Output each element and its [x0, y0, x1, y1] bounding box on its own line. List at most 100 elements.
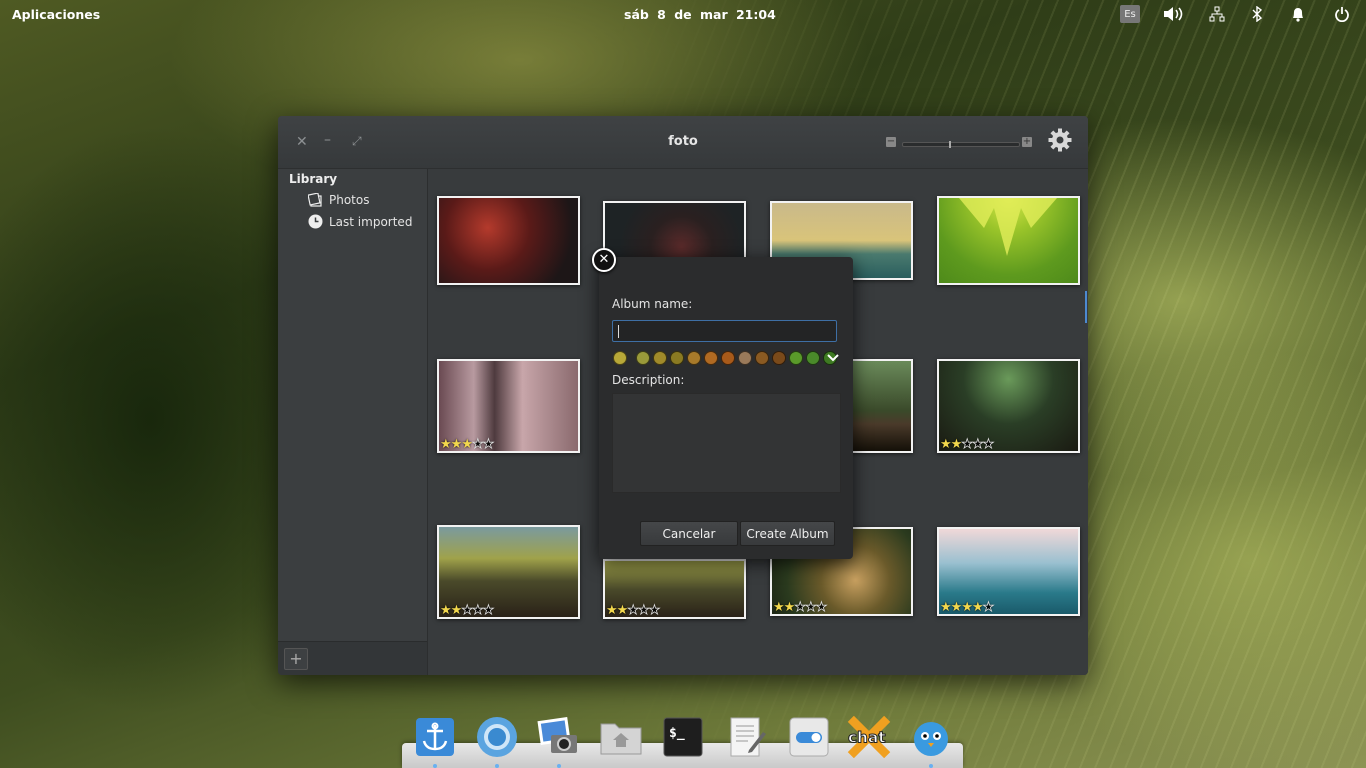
photo-thumbnail[interactable]: ★★★★★ — [603, 559, 746, 619]
color-swatch[interactable] — [636, 351, 650, 365]
color-swatch[interactable] — [670, 351, 684, 365]
chevron-down-icon[interactable] — [827, 352, 839, 366]
star-filled-icon[interactable]: ★ — [784, 600, 796, 614]
dock-twitter-icon[interactable] — [909, 715, 953, 759]
color-swatch[interactable] — [789, 351, 803, 365]
star-filled-icon[interactable]: ★ — [940, 437, 952, 451]
star-filled-icon[interactable]: ★ — [440, 603, 452, 617]
notifications-icon[interactable] — [1290, 5, 1306, 23]
chat-logo-text: chat — [848, 729, 886, 747]
star-empty-icon[interactable]: ★ — [982, 437, 994, 451]
color-swatch[interactable] — [687, 351, 701, 365]
star-filled-icon[interactable]: ★ — [972, 600, 984, 614]
sidebar-item-photos[interactable]: Photos — [308, 193, 369, 207]
clock-icon — [308, 214, 323, 229]
cancel-button[interactable]: Cancelar — [640, 521, 738, 546]
color-swatch[interactable] — [738, 351, 752, 365]
description-field[interactable] — [612, 393, 841, 493]
dock-files-icon[interactable] — [599, 715, 643, 759]
photo-thumbnail[interactable]: ★★★★★ — [437, 525, 580, 619]
photo-thumbnail[interactable]: ★★★★★ — [937, 359, 1080, 453]
dock-running-indicator — [557, 764, 561, 768]
volume-icon[interactable] — [1162, 5, 1184, 23]
rating-stars[interactable]: ★★★★★ — [440, 437, 495, 451]
dock-running-indicator — [495, 764, 499, 768]
description-label: Description: — [612, 373, 685, 387]
star-filled-icon[interactable]: ★ — [440, 437, 452, 451]
star-empty-icon[interactable]: ★ — [805, 600, 817, 614]
star-empty-icon[interactable]: ★ — [972, 437, 984, 451]
photo-thumbnail[interactable]: ★★★★★ — [937, 527, 1080, 616]
star-empty-icon[interactable]: ★ — [472, 437, 484, 451]
star-empty-icon[interactable]: ★ — [815, 600, 827, 614]
star-filled-icon[interactable]: ★ — [451, 437, 463, 451]
zoom-in-button[interactable]: + — [1022, 137, 1032, 147]
dock-editor-icon[interactable] — [725, 715, 769, 759]
sidebar-heading: Library — [289, 172, 338, 186]
color-swatch[interactable] — [772, 351, 786, 365]
rating-stars[interactable]: ★★★★★ — [440, 603, 495, 617]
sidebar-item-label: Last imported — [329, 214, 413, 229]
dock-chat-icon[interactable]: chat — [847, 715, 891, 759]
network-icon[interactable] — [1208, 5, 1226, 23]
star-filled-icon[interactable]: ★ — [606, 603, 618, 617]
color-swatch[interactable] — [653, 351, 667, 365]
photo-thumbnail[interactable]: ★★★★★ — [437, 359, 580, 453]
star-filled-icon[interactable]: ★ — [451, 603, 463, 617]
dock-terminal-icon[interactable]: $_ — [661, 715, 705, 759]
sidebar: Library Photos Last imported + — [278, 169, 428, 675]
rating-stars[interactable]: ★★★★★ — [773, 600, 828, 614]
color-swatch[interactable] — [806, 351, 820, 365]
star-empty-icon[interactable]: ★ — [482, 603, 494, 617]
rating-stars[interactable]: ★★★★★ — [606, 603, 661, 617]
titlebar: ✕ – ⤢ foto − + — [278, 116, 1088, 169]
dock-foto-icon[interactable] — [537, 715, 581, 759]
close-icon[interactable]: ✕ — [592, 248, 616, 272]
star-filled-icon[interactable]: ★ — [961, 600, 973, 614]
add-album-button[interactable]: + — [284, 648, 308, 670]
photo-thumbnail[interactable] — [437, 196, 580, 285]
star-filled-icon[interactable]: ★ — [951, 437, 963, 451]
star-empty-icon[interactable]: ★ — [648, 603, 660, 617]
terminal-prompt: $_ — [669, 726, 685, 741]
create-album-button[interactable]: Create Album — [740, 521, 835, 546]
star-filled-icon[interactable]: ★ — [951, 600, 963, 614]
color-swatches — [613, 351, 837, 365]
color-swatch[interactable] — [613, 351, 627, 365]
sidebar-item-last-imported[interactable]: Last imported — [308, 214, 412, 229]
album-name-input[interactable] — [612, 320, 837, 342]
rating-stars[interactable]: ★★★★★ — [940, 437, 995, 451]
star-empty-icon[interactable]: ★ — [472, 603, 484, 617]
clock[interactable]: sáb 8 de mar 21:04 — [624, 7, 776, 22]
scrollbar[interactable] — [1085, 291, 1087, 323]
star-empty-icon[interactable]: ★ — [961, 437, 973, 451]
color-swatch[interactable] — [755, 351, 769, 365]
zoom-slider-handle[interactable] — [949, 141, 951, 148]
star-empty-icon[interactable]: ★ — [794, 600, 806, 614]
star-empty-icon[interactable]: ★ — [638, 603, 650, 617]
zoom-slider[interactable] — [902, 141, 1020, 148]
dock-running-indicator — [929, 764, 933, 768]
applications-menu[interactable]: Aplicaciones — [12, 7, 100, 22]
star-filled-icon[interactable]: ★ — [773, 600, 785, 614]
star-empty-icon[interactable]: ★ — [982, 600, 994, 614]
keyboard-layout-indicator[interactable]: Es — [1120, 5, 1140, 23]
star-empty-icon[interactable]: ★ — [461, 603, 473, 617]
star-empty-icon[interactable]: ★ — [482, 437, 494, 451]
dock-anchor-icon[interactable] — [413, 715, 457, 759]
zoom-out-button[interactable]: − — [886, 137, 896, 147]
star-filled-icon[interactable]: ★ — [940, 600, 952, 614]
star-filled-icon[interactable]: ★ — [461, 437, 473, 451]
bluetooth-icon[interactable] — [1250, 5, 1264, 23]
power-icon[interactable] — [1333, 5, 1351, 23]
star-empty-icon[interactable]: ★ — [627, 603, 639, 617]
gear-icon[interactable] — [1048, 128, 1072, 152]
dock-settings-icon[interactable] — [787, 715, 831, 759]
color-swatch[interactable] — [704, 351, 718, 365]
color-swatch[interactable] — [721, 351, 735, 365]
dock-chromium-icon[interactable] — [475, 715, 519, 759]
rating-stars[interactable]: ★★★★★ — [940, 600, 995, 614]
sidebar-item-label: Photos — [329, 193, 370, 207]
photo-thumbnail[interactable] — [937, 196, 1080, 285]
star-filled-icon[interactable]: ★ — [617, 603, 629, 617]
